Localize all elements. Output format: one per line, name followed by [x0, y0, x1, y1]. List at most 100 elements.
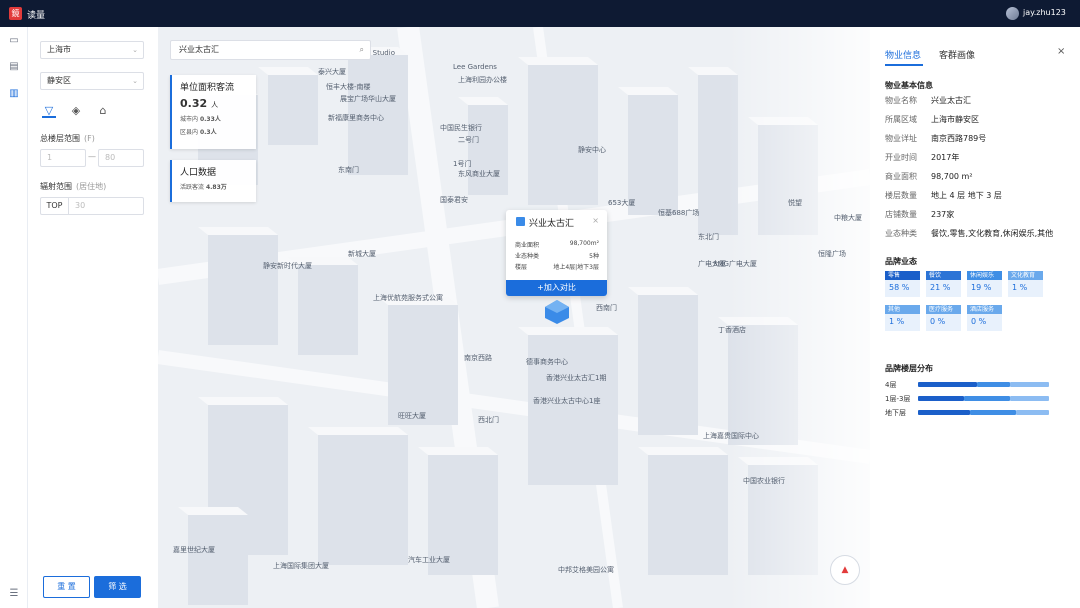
info-key: 物业详址 — [885, 134, 917, 143]
popup-row: 楼层 地上4层|地下3层 — [515, 262, 599, 271]
add-compare-button[interactable]: +加入对比 — [506, 280, 607, 296]
info-key: 所属区域 — [885, 115, 917, 124]
population-row: 活跃客流 4.83万 — [172, 178, 256, 191]
popup-row-value: 地上4层|地下3层 — [553, 264, 599, 271]
map-label: 悦望 — [788, 199, 802, 207]
map-label: 中邦艾格美园公寓 — [558, 566, 614, 574]
info-value: 98,700 m² — [931, 172, 973, 181]
layers-icon[interactable]: ◈ — [69, 104, 83, 118]
close-icon[interactable]: × — [1057, 46, 1065, 57]
brand-format-cell[interactable]: 医疗服务 0 % — [926, 305, 961, 331]
floor-bar-segment — [918, 396, 964, 401]
district-select[interactable]: 静安区 ⌄ — [40, 72, 144, 90]
reset-button[interactable]: 重 置 — [43, 576, 90, 598]
map-label: 中粮大厦 — [834, 214, 862, 222]
search-icon[interactable]: ⌕ — [360, 41, 364, 59]
map-label: SMG广电大厦 — [713, 260, 757, 268]
map-label: 香港兴业太古中心1座 — [533, 397, 601, 405]
map-label: 东南门 — [338, 166, 359, 174]
floor-bar-segment — [918, 382, 977, 387]
brand-format-cell[interactable]: 餐饮 21 % — [926, 271, 961, 297]
close-icon[interactable]: × — [592, 216, 599, 225]
book-icon[interactable]: ▥ — [8, 88, 20, 100]
building-icon — [516, 217, 525, 226]
flow-district-label: 区县内 — [180, 129, 199, 136]
brand-format-cell[interactable]: 休闲娱乐 19 % — [967, 271, 1002, 297]
city-select-value: 上海市 — [47, 45, 71, 54]
avatar[interactable] — [1006, 7, 1019, 20]
map-label: 丁香酒店 — [718, 326, 746, 334]
map-label: 东风商业大厦 — [458, 170, 500, 178]
radius-title: 辐射范围 — [40, 182, 72, 191]
city-select[interactable]: 上海市 ⌄ — [40, 41, 144, 59]
brand-format-cell[interactable]: 零售 58 % — [885, 271, 920, 297]
floor-label: 地下层 — [885, 409, 906, 417]
flow-district-value: 0.3人 — [199, 129, 217, 136]
user-name[interactable]: jay.zhu123 — [1023, 8, 1066, 17]
map-view[interactable]: 3501 Art StudioLee Gardens上海利园办公楼泰兴大厦恒丰大… — [158, 27, 870, 608]
building-icon[interactable]: ⌂ — [96, 104, 110, 118]
brand-format-cell[interactable]: 其他 1 % — [885, 305, 920, 331]
flow-unit: 人 — [211, 101, 219, 109]
monitor-icon[interactable]: ▭ — [8, 35, 20, 47]
location-marker-icon[interactable] — [544, 299, 570, 325]
info-key: 商业面积 — [885, 172, 917, 181]
info-value: 237家 — [931, 210, 955, 219]
popup-title: 兴业太古汇 — [529, 219, 575, 229]
radius-label: 辐射范围 (居住地) — [40, 181, 106, 192]
filter-icon[interactable]: ▽ — [42, 104, 56, 118]
brand-format-label: 休闲娱乐 — [967, 271, 1002, 280]
map-label: 嘉里世纪大厦 — [173, 546, 215, 554]
tab-property-info[interactable]: 物业信息 — [885, 48, 921, 61]
map-label: 香港兴业太古汇1期 — [546, 374, 607, 382]
info-row: 业态种类 餐饮,零售,文化教育,休闲娱乐,其他 — [885, 228, 1053, 239]
filter-panel: 上海市 ⌄ 静安区 ⌄ ▽ ◈ ⌂ 总楼层范围 (F) 1 — 80 辐射范围 (居… — [28, 27, 158, 608]
brand-format-cell[interactable]: 文化教育 1 % — [1008, 271, 1043, 297]
floor-bar-segment — [918, 410, 970, 415]
floor-label: 4层 — [885, 381, 897, 389]
app-logo-icon: 鏡 — [9, 7, 22, 20]
info-row: 楼层数量 地上 4 层 地下 3 层 — [885, 190, 1002, 201]
chevron-down-icon: ⌄ — [132, 46, 138, 54]
brand-format-label: 餐饮 — [926, 271, 961, 280]
floor-min-input[interactable]: 1 — [40, 149, 86, 167]
map-label: 静安新时代大厦 — [263, 262, 312, 270]
brand-format-percent: 1 % — [1012, 283, 1028, 292]
menu-icon[interactable]: ☰ — [8, 588, 20, 600]
brand-format-cell[interactable]: 酒店服务 0 % — [967, 305, 1002, 331]
flow-city-value: 0.33人 — [199, 116, 221, 123]
floor-bar-segment — [964, 396, 1010, 401]
map-label: 上海利园办公楼 — [458, 76, 507, 84]
filter-button[interactable]: 筛 选 — [94, 576, 141, 598]
popup-row: 业态种类 5种 — [515, 251, 599, 260]
floor-max-input[interactable]: 80 — [98, 149, 144, 167]
tab-customer-profile[interactable]: 客群画像 — [939, 48, 975, 61]
search-input[interactable]: 兴业太古汇 ⌕ — [170, 40, 371, 60]
brand-format-percent: 58 % — [889, 283, 910, 292]
brand-format-label: 其他 — [885, 305, 920, 314]
map-label: 国泰君安 — [440, 196, 468, 204]
map-label: 上海优航苑服务式公寓 — [373, 294, 443, 302]
compass-icon[interactable]: ▲ — [830, 555, 860, 585]
map-label: 南京西路 — [464, 354, 492, 362]
map-label: 恒丰大楼-南楼 — [326, 83, 371, 91]
document-icon[interactable]: ▤ — [8, 61, 20, 73]
radius-top-input[interactable]: TOP 30 — [40, 197, 144, 215]
info-key: 店铺数量 — [885, 210, 917, 219]
search-value: 兴业太古汇 — [179, 45, 219, 54]
popup-row-key: 楼层 — [515, 264, 528, 271]
floor-bar-segment — [1016, 410, 1049, 415]
brand-format-percent: 19 % — [971, 283, 992, 292]
map-label: 旺旺大厦 — [398, 412, 426, 420]
floor-label: 1层-3层 — [885, 395, 911, 403]
info-key: 楼层数量 — [885, 191, 917, 200]
nav-rail: ▭ ▤ ▥ ☰ — [0, 27, 28, 608]
map-label: 新城大厦 — [348, 250, 376, 258]
map-label: 中国农业银行 — [743, 477, 785, 485]
info-value: 餐饮,零售,文化教育,休闲娱乐,其他 — [931, 229, 1054, 238]
population-label: 活跃客流 — [180, 184, 205, 191]
app-name: 读量 — [27, 11, 46, 21]
flow-city-row: 城市内 0.33人 — [172, 110, 256, 123]
info-value: 上海市静安区 — [931, 115, 979, 124]
map-label: 二号门 — [458, 136, 479, 144]
